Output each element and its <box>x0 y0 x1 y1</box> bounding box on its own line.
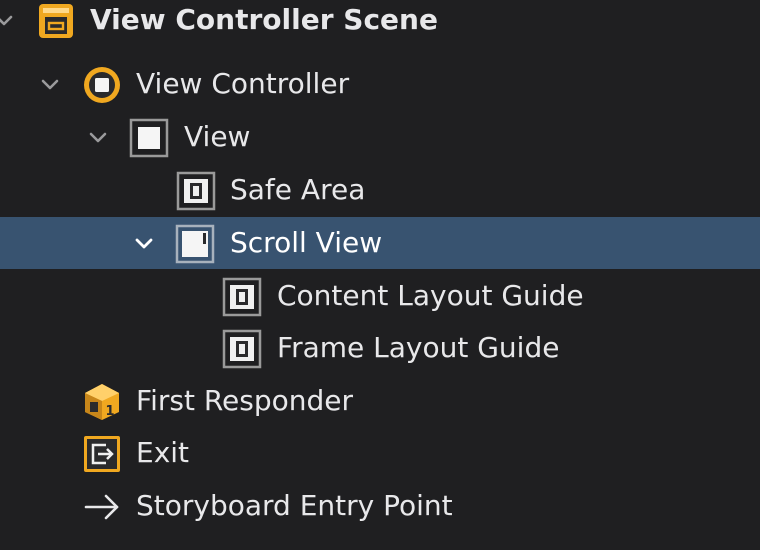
outline-row-label: Content Layout Guide <box>277 279 584 312</box>
view-icon <box>129 118 169 158</box>
disclosure-chevron-down-icon[interactable] <box>0 11 14 31</box>
outline-row-view-controller-scene[interactable]: View Controller Scene <box>0 0 760 46</box>
outline-row-view-controller[interactable]: View Controller <box>0 58 760 110</box>
outline-row-first-responder[interactable]: 1 First Responder <box>0 375 760 427</box>
outline-row-label: Safe Area <box>230 173 366 206</box>
disclosure-chevron-down-icon[interactable] <box>88 128 108 148</box>
document-outline: View Controller Scene View Controller Vi… <box>0 0 760 550</box>
storyboard-scene-icon <box>39 4 73 38</box>
outline-row-safe-area[interactable]: Safe Area <box>0 164 760 216</box>
outline-row-label: View Controller <box>136 67 350 100</box>
exit-icon <box>84 436 120 472</box>
outline-row-storyboard-entry-point[interactable]: Storyboard Entry Point <box>0 480 760 532</box>
outline-row-label: Scroll View <box>230 226 383 259</box>
layout-guide-icon <box>222 329 262 369</box>
outline-row-label: View Controller Scene <box>90 3 438 36</box>
scroll-view-icon <box>175 224 215 264</box>
outline-row-view[interactable]: View <box>0 111 760 163</box>
entry-point-arrow-icon <box>84 494 119 520</box>
layout-guide-icon <box>176 171 216 211</box>
disclosure-chevron-down-icon[interactable] <box>134 234 154 254</box>
outline-row-label: Storyboard Entry Point <box>136 489 453 522</box>
outline-row-label: First Responder <box>136 384 353 417</box>
disclosure-chevron-down-icon[interactable] <box>40 75 60 95</box>
svg-text:1: 1 <box>105 404 114 419</box>
layout-guide-icon <box>222 277 262 317</box>
outline-row-label: Frame Layout Guide <box>277 331 560 364</box>
outline-row-label: Exit <box>136 436 190 469</box>
view-controller-icon <box>84 67 120 103</box>
outline-row-scroll-view[interactable]: Scroll View <box>0 217 760 269</box>
first-responder-icon: 1 <box>85 384 119 420</box>
outline-row-content-layout-guide[interactable]: Content Layout Guide <box>0 270 760 322</box>
outline-row-exit[interactable]: Exit <box>0 427 760 479</box>
outline-row-label: View <box>184 120 251 153</box>
outline-row-frame-layout-guide[interactable]: Frame Layout Guide <box>0 322 760 374</box>
